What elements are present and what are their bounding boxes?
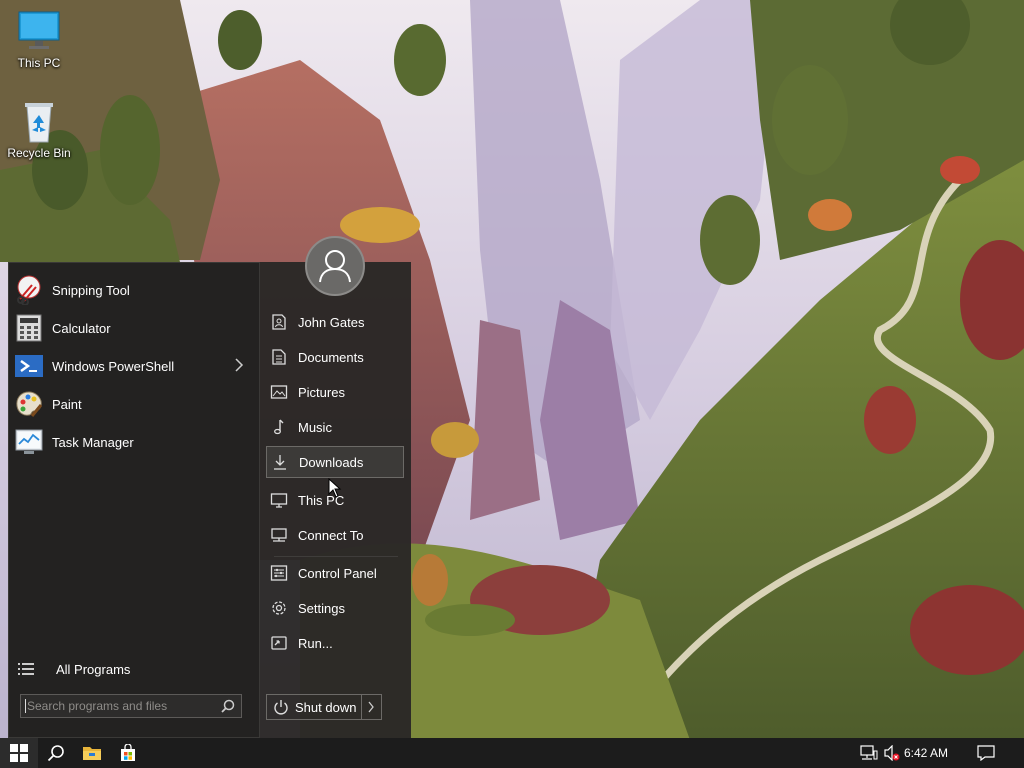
- program-label: Paint: [52, 396, 82, 412]
- program-label: Snipping Tool: [52, 282, 130, 298]
- place-documents[interactable]: Documents: [266, 341, 404, 373]
- notification-icon[interactable]: [977, 745, 995, 762]
- speaker-muted-icon[interactable]: [883, 744, 901, 762]
- task-manager-icon: [14, 427, 44, 457]
- powershell-icon: [14, 351, 44, 381]
- start-button[interactable]: [0, 738, 38, 768]
- control-panel-icon: [270, 564, 288, 582]
- all-programs-button[interactable]: All Programs: [12, 654, 256, 684]
- desktop-icon-recycle-bin[interactable]: Recycle Bin: [1, 100, 77, 160]
- search-icon: [47, 745, 64, 762]
- start-search-box[interactable]: [20, 694, 242, 718]
- place-connect-to[interactable]: Connect To: [266, 519, 404, 551]
- network-icon: [270, 526, 288, 544]
- run-icon: [270, 634, 288, 652]
- shutdown-label: Shut down: [295, 699, 357, 715]
- place-label: Downloads: [299, 454, 364, 470]
- program-snipping-tool[interactable]: Snipping Tool: [12, 272, 256, 308]
- calculator-icon: [14, 313, 44, 343]
- desktop-icon-label: This PC: [17, 56, 61, 70]
- windows-logo-icon: [10, 744, 28, 762]
- start-menu: Snipping Tool Calculator Windows PowerSh…: [8, 236, 411, 738]
- download-arrow-icon: [271, 453, 289, 471]
- shutdown-button[interactable]: Shut down: [267, 695, 362, 719]
- place-label: Settings: [298, 600, 345, 616]
- program-paint[interactable]: Paint: [12, 386, 256, 422]
- program-label: Windows PowerShell: [52, 358, 175, 374]
- snipping-tool-icon: [14, 275, 44, 306]
- monitor-icon: [15, 10, 63, 54]
- place-label: Run...: [298, 635, 333, 651]
- place-label: John Gates: [298, 314, 365, 330]
- text-caret: [25, 699, 26, 713]
- file-explorer-button[interactable]: [74, 738, 110, 768]
- store-button[interactable]: [110, 738, 146, 768]
- user-avatar-icon[interactable]: [305, 236, 365, 296]
- folder-icon: [83, 747, 101, 760]
- picture-icon: [270, 383, 288, 401]
- place-settings[interactable]: Settings: [266, 592, 404, 624]
- recycle-bin-icon: [15, 100, 63, 144]
- desktop-icon-label: Recycle Bin: [7, 146, 71, 160]
- user-folder-icon: [270, 313, 288, 331]
- mouse-cursor-icon: [328, 477, 342, 500]
- place-run[interactable]: Run...: [266, 627, 404, 659]
- store-bag-icon: [121, 744, 135, 761]
- shutdown-split-button: Shut down: [266, 694, 382, 720]
- place-label: Connect To: [298, 527, 364, 543]
- search-button[interactable]: [38, 738, 74, 768]
- list-icon: [18, 661, 34, 677]
- music-note-icon: [270, 418, 288, 436]
- place-label: Control Panel: [298, 565, 377, 581]
- program-windows-powershell[interactable]: Windows PowerShell: [12, 348, 256, 384]
- place-label: Music: [298, 419, 332, 435]
- place-user-folder[interactable]: John Gates: [266, 306, 404, 338]
- program-label: Calculator: [52, 320, 111, 336]
- place-label: Documents: [298, 349, 364, 365]
- place-music[interactable]: Music: [266, 411, 404, 443]
- paint-palette-icon: [14, 389, 44, 419]
- document-icon: [270, 348, 288, 366]
- desktop-icon-this-pc[interactable]: This PC: [1, 10, 77, 70]
- taskbar: 6:42 AM: [0, 738, 1024, 768]
- program-label: Task Manager: [52, 434, 134, 450]
- chevron-right-icon: [368, 701, 374, 713]
- search-input[interactable]: [27, 697, 215, 715]
- gear-icon: [270, 599, 288, 617]
- all-programs-label: All Programs: [56, 661, 131, 677]
- submenu-arrow-icon[interactable]: [234, 358, 244, 372]
- place-label: Pictures: [298, 384, 345, 400]
- program-task-manager[interactable]: Task Manager: [12, 424, 256, 460]
- system-clock[interactable]: 6:42 AM: [904, 746, 948, 760]
- network-wired-icon[interactable]: [860, 745, 878, 761]
- power-icon: [273, 699, 289, 715]
- monitor-icon: [270, 491, 288, 509]
- place-pictures[interactable]: Pictures: [266, 376, 404, 408]
- search-icon[interactable]: [221, 699, 235, 713]
- program-calculator[interactable]: Calculator: [12, 310, 256, 346]
- place-control-panel[interactable]: Control Panel: [266, 557, 404, 589]
- shutdown-options-button[interactable]: [361, 695, 381, 719]
- place-downloads[interactable]: Downloads: [266, 446, 404, 478]
